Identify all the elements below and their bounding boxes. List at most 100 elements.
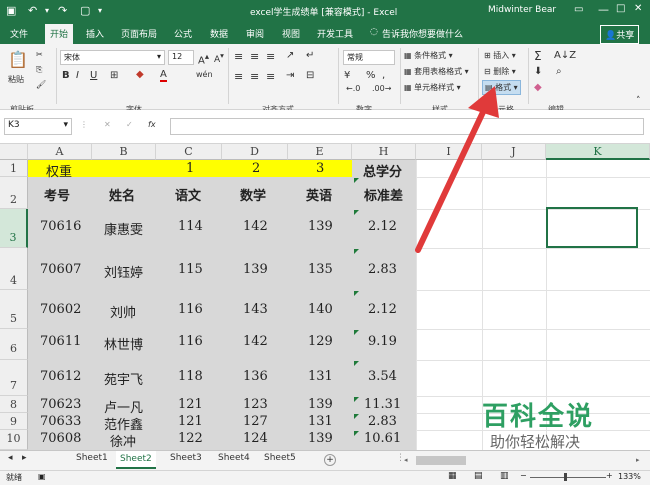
row-header-7[interactable]: 7 [0, 360, 28, 396]
cut-icon[interactable]: ✂ [36, 50, 43, 59]
row-header-8[interactable]: 8 [0, 396, 28, 413]
row-header-2[interactable]: 2 [0, 177, 28, 209]
cell-e1[interactable]: 3 [316, 161, 324, 176]
find-icon[interactable]: ⌕ [556, 66, 562, 77]
font-size-select[interactable]: 12 [168, 50, 194, 65]
error-indicator-icon[interactable] [354, 249, 359, 254]
sheet-tab-3[interactable]: Sheet3 [170, 453, 202, 463]
cell-c6[interactable]: 116 [178, 334, 203, 349]
undo-icon[interactable]: ↶ [28, 4, 37, 17]
zoom-in-button[interactable]: + [606, 471, 613, 480]
cell-h5[interactable]: 2.12 [368, 302, 397, 317]
tab-insert[interactable]: 插入 [86, 27, 104, 40]
indent-icon[interactable]: ⇥ [286, 70, 294, 81]
font-name-select[interactable]: 宋体 ▾ [60, 50, 165, 65]
error-indicator-icon[interactable] [354, 291, 359, 296]
grow-font-icon[interactable]: A▴ [198, 51, 209, 66]
zoom-slider-track[interactable] [530, 477, 606, 478]
cell-h7[interactable]: 3.54 [368, 369, 397, 384]
cell-b3[interactable]: 康惠雯 [104, 219, 143, 238]
cell-a10[interactable]: 70608 [40, 431, 81, 446]
row-header-10[interactable]: 10 [0, 430, 28, 450]
merge-center-icon[interactable]: ⊟ [306, 70, 314, 81]
paste-icon[interactable]: 📋 [8, 50, 28, 69]
cell-e3[interactable]: 139 [308, 219, 333, 234]
hscroll-left-icon[interactable]: ◂ [404, 456, 414, 466]
tab-developer[interactable]: 开发工具 [317, 27, 353, 40]
row-header-5[interactable]: 5 [0, 290, 28, 329]
cell-h8[interactable]: 11.31 [364, 397, 401, 412]
ribbon-display-icon[interactable]: ▭ [574, 4, 583, 15]
tab-view[interactable]: 视图 [282, 27, 300, 40]
sheet-tab-1[interactable]: Sheet1 [76, 453, 108, 463]
phonetic-icon[interactable]: wén [196, 70, 213, 79]
col-header-h[interactable]: H [352, 144, 416, 160]
cell-d8[interactable]: 123 [243, 397, 268, 412]
cell-b4[interactable]: 刘钰婷 [104, 262, 143, 281]
cell-e4[interactable]: 135 [308, 262, 333, 277]
cancel-formula-button[interactable]: ✕ [104, 120, 111, 129]
undo-dropdown-icon[interactable]: ▾ [45, 6, 49, 15]
cell-c4[interactable]: 115 [178, 262, 203, 277]
tab-review[interactable]: 审阅 [246, 27, 264, 40]
cell-c9[interactable]: 121 [178, 414, 203, 429]
align-middle-icon[interactable]: ≡ [250, 50, 259, 63]
hscroll-right-icon[interactable]: ▸ [636, 456, 646, 466]
cell-d6[interactable]: 142 [243, 334, 268, 349]
row-header-6[interactable]: 6 [0, 329, 28, 360]
clear-icon[interactable]: ◆ [534, 82, 542, 93]
align-bottom-icon[interactable]: ≡ [266, 50, 275, 63]
col-header-e[interactable]: E [288, 144, 352, 160]
enter-formula-button[interactable]: ✓ [126, 120, 133, 129]
save-icon[interactable]: ▣ [6, 4, 16, 17]
cell-a5[interactable]: 70602 [40, 302, 81, 317]
insert-cells-button[interactable]: ⊞ 插入 ▾ [484, 50, 516, 61]
format-cells-button[interactable]: ▤ 格式 ▾ [482, 80, 521, 95]
cell-a8[interactable]: 70623 [40, 397, 81, 412]
minimize-button[interactable]: — [598, 3, 609, 16]
cell-d1[interactable]: 2 [252, 161, 260, 176]
cell-b10[interactable]: 徐冲 [110, 431, 136, 450]
align-top-icon[interactable]: ≡ [234, 50, 243, 63]
format-painter-icon[interactable]: 🖌 [36, 80, 46, 89]
align-center-icon[interactable]: ≡ [250, 70, 259, 83]
collapse-ribbon-icon[interactable]: ˄ [636, 96, 641, 106]
sheet-tab-2[interactable]: Sheet2 [116, 451, 156, 469]
cell-e7[interactable]: 131 [308, 369, 333, 384]
horizontal-scrollbar-thumb[interactable] [416, 456, 466, 465]
restore-button[interactable]: □ [616, 3, 625, 14]
row-header-1[interactable]: 1 [0, 160, 28, 177]
zoom-level[interactable]: 133% [618, 472, 641, 481]
col-header-b[interactable]: B [92, 144, 156, 160]
zoom-slider-thumb[interactable] [564, 473, 567, 481]
error-indicator-icon[interactable] [354, 431, 359, 436]
col-header-d[interactable]: D [222, 144, 288, 160]
tab-page-layout[interactable]: 页面布局 [121, 27, 157, 40]
cell-h6[interactable]: 9.19 [368, 334, 397, 349]
scroll-tabs-left-icon[interactable]: ◂ [8, 453, 13, 463]
row-header-4[interactable]: 4 [0, 248, 28, 290]
conditional-format-button[interactable]: ▦ 条件格式 ▾ [404, 50, 453, 61]
error-indicator-icon[interactable] [354, 414, 359, 419]
cell-d4[interactable]: 139 [243, 262, 268, 277]
cell-d3[interactable]: 142 [243, 219, 268, 234]
page-break-view-icon[interactable]: ▥ [500, 471, 509, 481]
cell-a6[interactable]: 70611 [40, 334, 81, 349]
underline-button[interactable]: U [90, 70, 97, 81]
autosum-button[interactable]: Σ [534, 49, 542, 63]
italic-button[interactable]: I [76, 70, 79, 81]
cell-b5[interactable]: 刘帅 [110, 302, 136, 321]
cell-d5[interactable]: 143 [243, 302, 268, 317]
insert-function-button[interactable]: fx [148, 120, 156, 129]
error-indicator-icon[interactable] [354, 210, 359, 215]
cell-h3[interactable]: 2.12 [368, 219, 397, 234]
cell-d7[interactable]: 136 [243, 369, 268, 384]
cell-a1[interactable]: 权重 [46, 161, 72, 180]
customize-qat-icon[interactable]: ▾ [98, 6, 102, 15]
new-file-icon[interactable]: ▢ [80, 4, 90, 17]
paste-button[interactable]: 粘贴 [8, 74, 24, 85]
increase-decimal-icon[interactable]: ←.0 [346, 84, 360, 93]
cell-e8[interactable]: 139 [308, 397, 333, 412]
cell-c8[interactable]: 121 [178, 397, 203, 412]
share-button[interactable]: 👤共享 [600, 25, 640, 44]
